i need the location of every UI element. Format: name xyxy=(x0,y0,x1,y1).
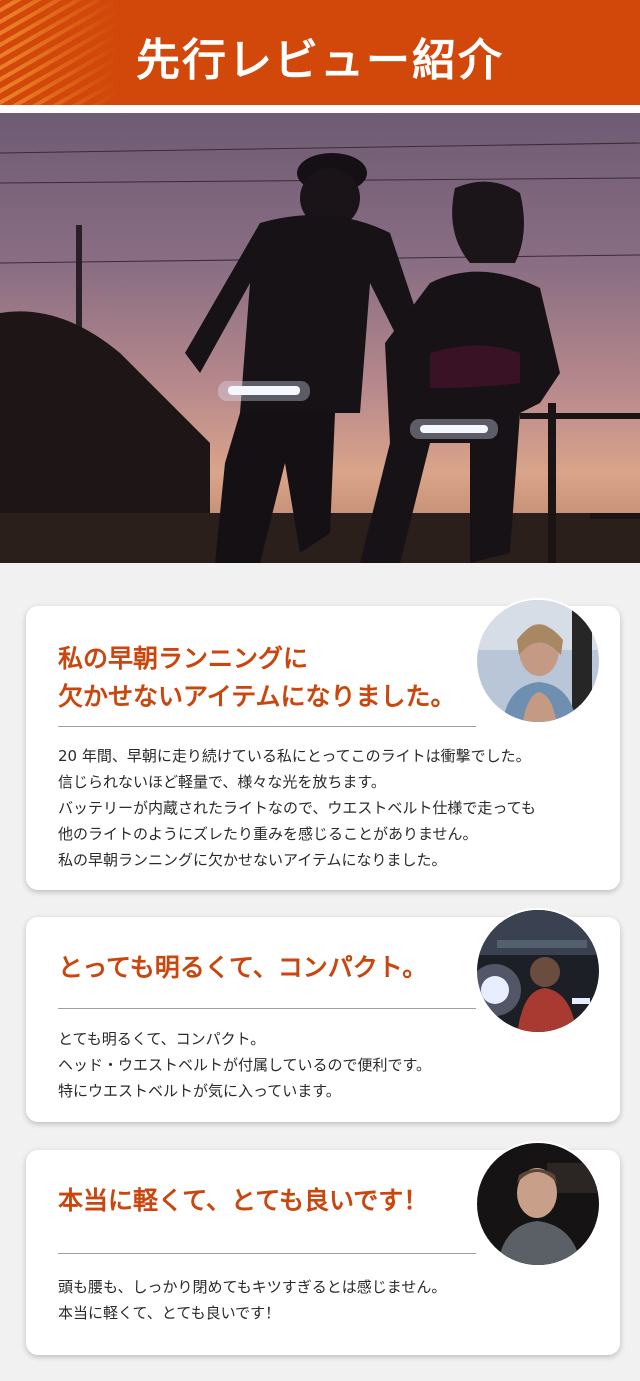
review-body: 頭も腰も、しっかり閉めてもキツすぎるとは感じません。 本当に軽くて、とても良いで… xyxy=(58,1274,603,1326)
review-body-line: 本当に軽くて、とても良いです！ xyxy=(58,1304,281,1322)
review-body-line: 他のライトのようにズレたり重みを感じることがありません。 xyxy=(58,825,478,843)
review-body-line: 私の早朝ランニングに欠かせないアイテムになりました。 xyxy=(58,851,447,869)
review-divider xyxy=(58,726,476,727)
review-title-line: 私の早朝ランニングに xyxy=(58,644,309,673)
review-divider xyxy=(58,1253,476,1254)
review-body-line: 特にウエストベルトが気に入っています。 xyxy=(58,1082,341,1100)
review-body-line: 信じられないほど軽量で、様々な光を放ちます。 xyxy=(58,773,386,791)
review-body-line: ヘッド・ウエストベルトが付属しているので便利です。 xyxy=(58,1056,432,1074)
reviewer-photo-woman xyxy=(477,600,599,722)
review-body-line: 頭も腰も、しっかり閉めてもキツすぎるとは感じません。 xyxy=(58,1278,447,1296)
reviewer-avatar-3 xyxy=(475,1141,601,1267)
reviewer-photo-night xyxy=(477,910,599,1032)
review-title: 私の早朝ランニングに 欠かせないアイテムになりました。 xyxy=(58,640,456,716)
reviewer-avatar-1 xyxy=(475,598,601,724)
reviewer-avatar-2 xyxy=(475,908,601,1034)
page-title: 先行レビュー紹介 xyxy=(136,35,504,86)
page-header: 先行レビュー紹介 xyxy=(0,0,640,105)
hero-silhouette-illustration xyxy=(0,142,640,563)
review-body: 20 年間、早朝に走り続けている私にとってこのライトは衝撃でした。 信じられない… xyxy=(58,743,603,873)
review-body-line: 20 年間、早朝に走り続けている私にとってこのライトは衝撃でした。 xyxy=(58,747,531,765)
review-body-line: バッテリーが内蔵されたライトなので、ウエストベルト仕様で走っても xyxy=(58,799,536,817)
reviewer-photo-man xyxy=(477,1143,599,1265)
review-divider xyxy=(58,1008,476,1009)
review-title-line: 本当に軽くて、とても良いです！ xyxy=(58,1186,429,1215)
hero-photo: voice xyxy=(0,113,640,563)
review-title: とっても明るくて、コンパクト。 xyxy=(58,949,427,987)
review-title-line: 欠かせないアイテムになりました。 xyxy=(58,682,456,711)
review-title-line: とっても明るくて、コンパクト。 xyxy=(58,953,428,982)
review-title: 本当に軽くて、とても良いです！ xyxy=(58,1182,428,1220)
review-body: とても明るくて、コンパクト。 ヘッド・ウエストベルトが付属しているので便利です。… xyxy=(58,1026,603,1104)
